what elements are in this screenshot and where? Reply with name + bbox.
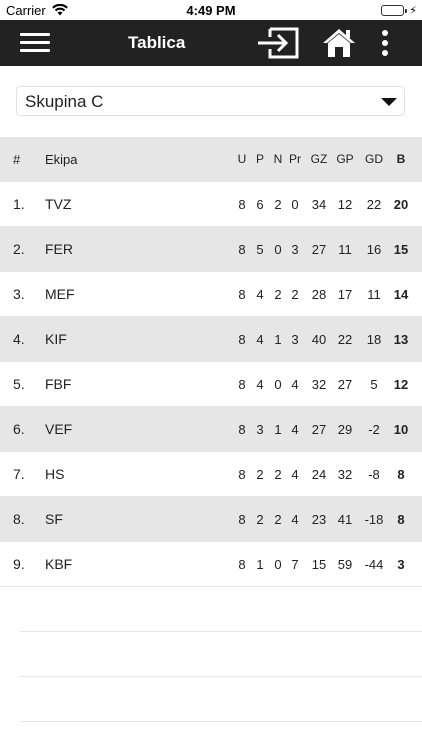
header-points: B — [396, 152, 406, 166]
row-points: 14 — [393, 287, 409, 302]
row-goals-for: 24 — [311, 467, 327, 482]
row-goals-for: 23 — [311, 512, 327, 527]
row-losses: 7 — [291, 557, 299, 572]
row-points: 13 — [393, 332, 409, 347]
row-team: SF — [45, 511, 63, 527]
header-goals-against: GP — [336, 152, 354, 166]
row-rank: 8. — [13, 511, 25, 527]
table-row[interactable]: 4. KIF 8 4 1 3 40 22 18 13 — [0, 317, 422, 362]
row-points: 10 — [393, 422, 409, 437]
standings-table: # Ekipa U P N Pr GZ GP GD B 1. TVZ 8 6 2… — [0, 137, 422, 722]
row-goals-for: 34 — [311, 197, 327, 212]
table-row[interactable]: 3. MEF 8 4 2 2 28 17 11 14 — [0, 272, 422, 317]
row-goals-against: 12 — [337, 197, 353, 212]
header-goals-for: GZ — [310, 152, 328, 166]
table-row[interactable]: 6. VEF 8 3 1 4 27 29 -2 10 — [0, 407, 422, 452]
row-goals-for: 27 — [311, 242, 327, 257]
menu-icon[interactable] — [20, 30, 50, 56]
row-goal-difference: -44 — [364, 557, 384, 572]
row-rank: 2. — [13, 241, 25, 257]
row-goals-for: 15 — [311, 557, 327, 572]
row-losses: 4 — [291, 377, 299, 392]
row-goals-against: 11 — [338, 242, 352, 257]
row-rank: 4. — [13, 331, 25, 347]
table-row[interactable]: 9. KBF 8 1 0 7 15 59 -44 3 — [0, 542, 422, 587]
row-rank: 6. — [13, 421, 25, 437]
row-goal-difference: -2 — [368, 422, 380, 437]
app-bar: Tablica — [0, 20, 422, 66]
row-goals-for: 40 — [311, 332, 327, 347]
header-rank: # — [13, 152, 21, 167]
row-rank: 1. — [13, 196, 25, 212]
table-row[interactable]: 5. FBF 8 4 0 4 32 27 5 12 — [0, 362, 422, 407]
table-row[interactable]: 2. FER 8 5 0 3 27 11 16 15 — [0, 227, 422, 272]
row-team: FBF — [45, 376, 72, 392]
row-goals-for: 28 — [311, 287, 327, 302]
row-goal-difference: 5 — [370, 377, 378, 392]
row-goal-difference: 22 — [366, 197, 382, 212]
row-goals-against: 22 — [337, 332, 353, 347]
row-points: 20 — [393, 197, 409, 212]
row-team: VEF — [45, 421, 73, 437]
row-goals-against: 32 — [337, 467, 353, 482]
row-rank: 7. — [13, 466, 25, 482]
row-points: 8 — [397, 512, 405, 527]
table-header: # Ekipa U P N Pr GZ GP GD B — [0, 137, 422, 182]
clock: 4:49 PM — [186, 3, 236, 18]
charging-bolt-icon: ⚡ — [409, 5, 417, 17]
empty-row — [20, 677, 422, 722]
row-points: 8 — [397, 467, 405, 482]
row-rank: 3. — [13, 286, 25, 302]
empty-row — [20, 632, 422, 677]
row-goals-for: 27 — [311, 422, 327, 437]
row-losses: 4 — [291, 422, 299, 437]
row-goal-difference: -18 — [364, 512, 384, 527]
row-losses: 0 — [291, 197, 299, 212]
table-row[interactable]: 8. SF 8 2 2 4 23 41 -18 8 — [0, 497, 422, 542]
row-losses: 2 — [291, 287, 299, 302]
row-goal-difference: -8 — [368, 467, 380, 482]
row-goals-against: 29 — [337, 422, 353, 437]
row-losses: 3 — [291, 332, 299, 347]
row-rank: 5. — [13, 376, 25, 392]
row-team: TVZ — [45, 196, 72, 212]
chevron-down-icon — [381, 98, 397, 106]
login-icon[interactable] — [256, 26, 300, 60]
row-goals-for: 32 — [311, 377, 327, 392]
row-rank: 9. — [13, 556, 25, 572]
row-goals-against: 59 — [337, 557, 353, 572]
row-losses: 4 — [291, 512, 299, 527]
row-losses: 4 — [291, 467, 299, 482]
header-team: Ekipa — [45, 152, 78, 167]
home-icon[interactable] — [322, 27, 356, 59]
row-points: 3 — [397, 557, 405, 572]
row-points: 15 — [393, 242, 409, 257]
group-select[interactable]: Skupina C — [16, 86, 405, 116]
row-team: FER — [45, 241, 73, 257]
header-losses: Pr — [289, 152, 301, 166]
row-goals-against: 17 — [337, 287, 353, 302]
row-goal-difference: 11 — [367, 287, 381, 302]
group-select-value: Skupina C — [25, 92, 104, 111]
empty-row — [20, 587, 422, 632]
table-row[interactable]: 7. HS 8 2 2 4 24 32 -8 8 — [0, 452, 422, 497]
header-goal-difference: GD — [365, 152, 383, 166]
row-goal-difference: 16 — [366, 242, 382, 257]
row-goals-against: 27 — [337, 377, 353, 392]
status-bar: Carrier 4:49 PM ⚡ — [0, 0, 422, 20]
row-team: KIF — [45, 331, 67, 347]
table-row[interactable]: 1. TVZ 8 6 2 0 34 12 22 20 — [0, 182, 422, 227]
battery-icon: ⚡ — [381, 4, 417, 17]
row-goals-against: 41 — [337, 512, 353, 527]
more-vertical-icon[interactable] — [378, 28, 392, 58]
row-losses: 3 — [291, 242, 299, 257]
row-points: 12 — [393, 377, 409, 392]
row-team: MEF — [45, 286, 75, 302]
row-team: HS — [45, 466, 65, 482]
page-title: Tablica — [128, 33, 186, 52]
row-team: KBF — [45, 556, 73, 572]
row-goal-difference: 18 — [366, 332, 382, 347]
